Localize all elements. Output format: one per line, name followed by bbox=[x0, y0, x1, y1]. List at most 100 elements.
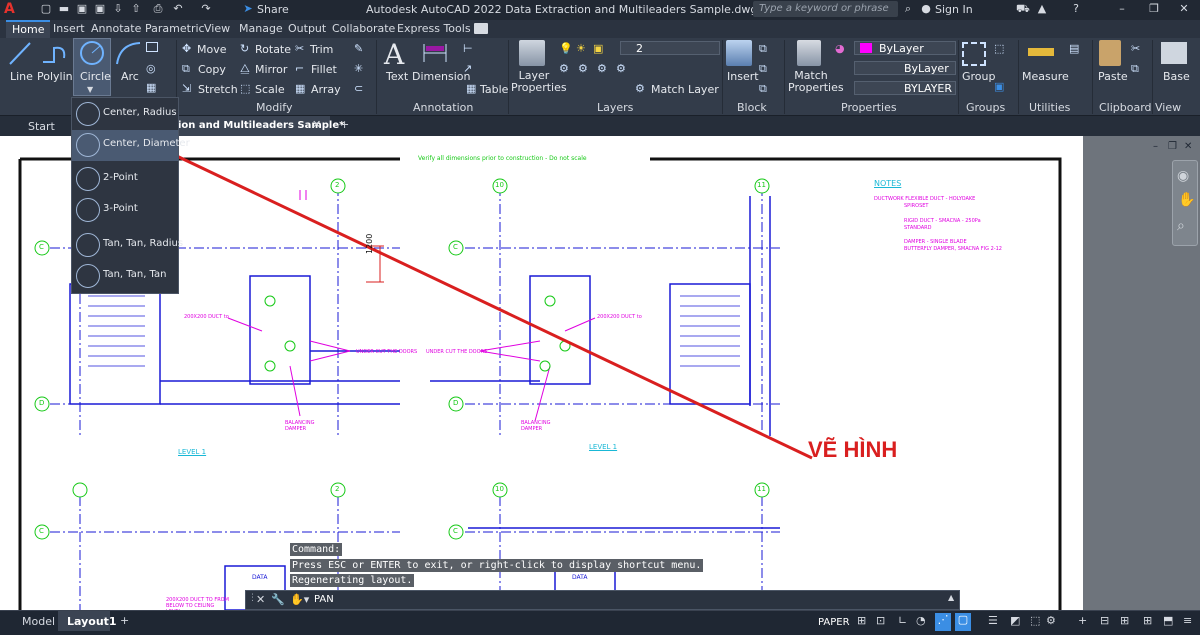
add-icon[interactable]: + bbox=[1078, 614, 1087, 627]
match-properties-icon[interactable] bbox=[797, 40, 821, 66]
arc-button[interactable]: Arc bbox=[121, 70, 139, 83]
help-icon[interactable]: ? bbox=[1070, 3, 1082, 15]
layer-tools-icon[interactable]: ⚙ bbox=[559, 62, 569, 75]
text-button[interactable]: Text bbox=[386, 70, 408, 83]
match-layer-button[interactable]: Match Layer bbox=[651, 83, 719, 96]
array-button[interactable]: Array bbox=[311, 83, 341, 96]
explode-icon[interactable]: ✳ bbox=[354, 62, 363, 75]
selection-cycling-icon[interactable]: ⬚ bbox=[1030, 614, 1040, 627]
cut-icon[interactable]: ✂ bbox=[1131, 42, 1140, 55]
command-input[interactable]: PAN bbox=[314, 594, 334, 605]
units-icon[interactable]: ⊞ bbox=[1120, 614, 1129, 627]
group-icon[interactable] bbox=[962, 42, 986, 66]
minimize-icon[interactable]: – bbox=[1116, 3, 1128, 15]
fillet-button[interactable]: Fillet bbox=[311, 63, 337, 76]
arc-icon[interactable] bbox=[114, 40, 142, 66]
circle-button[interactable]: Circle bbox=[80, 70, 111, 83]
base-button[interactable]: Base bbox=[1163, 70, 1190, 83]
menu-item-center-diameter[interactable]: Center, Diameter bbox=[72, 130, 190, 161]
layer-match-icon[interactable]: ⚙ bbox=[635, 82, 645, 95]
command-customize-icon[interactable]: 🔧 bbox=[271, 593, 285, 606]
panel-title-utilities[interactable]: Utilities bbox=[1029, 101, 1070, 114]
erase-icon[interactable]: ✎ bbox=[354, 42, 363, 55]
paste-button[interactable]: Paste bbox=[1098, 70, 1128, 83]
save-icon[interactable]: ▣ bbox=[76, 3, 88, 15]
paper-space-button[interactable]: PAPER bbox=[818, 617, 850, 628]
command-line[interactable]: ⋮ ✕ 🔧 ✋▾ PAN ▲ bbox=[245, 590, 960, 610]
tab-collaborate[interactable]: Collaborate bbox=[332, 22, 395, 38]
layer-isolate-icon[interactable]: ⚙ bbox=[578, 62, 588, 75]
model-tab[interactable]: Model bbox=[22, 615, 55, 628]
redo-icon[interactable]: ↷ bbox=[200, 3, 212, 15]
plot-icon[interactable]: ⎙ bbox=[152, 3, 164, 15]
osnap-toggle-icon[interactable]: ▢ bbox=[955, 613, 971, 631]
panel-title-clipboard[interactable]: Clipboard bbox=[1099, 101, 1152, 114]
base-view-icon[interactable] bbox=[1161, 42, 1187, 64]
isodraft-icon[interactable]: ⋰ bbox=[935, 613, 951, 631]
move-button[interactable]: Move bbox=[197, 43, 227, 56]
command-prompt-icon[interactable]: ✋▾ bbox=[290, 593, 309, 606]
annotation-monitor-icon[interactable]: ⊟ bbox=[1100, 614, 1109, 627]
lineweight-toggle-icon[interactable]: ☰ bbox=[988, 614, 998, 627]
create-block-icon[interactable]: ⧉ bbox=[759, 42, 767, 56]
layer-on-icon[interactable]: 💡 bbox=[559, 42, 573, 55]
polar-toggle-icon[interactable]: ◔ bbox=[916, 614, 926, 627]
trim-icon[interactable]: ✂ bbox=[295, 42, 304, 55]
line-icon[interactable] bbox=[8, 40, 32, 66]
menu-item-tan-tan-tan[interactable]: Tan, Tan, Tan bbox=[72, 261, 178, 292]
menu-item-tan-tan-radius[interactable]: Tan, Tan, Radius bbox=[72, 230, 183, 261]
panel-title-annotation[interactable]: Annotation bbox=[413, 101, 473, 114]
open-file-icon[interactable]: ▬ bbox=[58, 3, 70, 15]
circle-dropdown-icon[interactable]: ▼ bbox=[87, 85, 93, 94]
tab-annotate[interactable]: Annotate bbox=[91, 22, 141, 38]
clean-screen-icon[interactable]: ⬒ bbox=[1163, 614, 1173, 627]
menu-item-3-point[interactable]: 3-Point bbox=[72, 195, 178, 226]
open-web-icon[interactable]: ⇩ bbox=[112, 3, 124, 15]
rotate-button[interactable]: Rotate bbox=[255, 43, 291, 56]
viewport-close-icon[interactable]: ✕ bbox=[1184, 141, 1192, 152]
tab-overflow-icon[interactable] bbox=[474, 23, 488, 34]
tab-home[interactable]: Home bbox=[6, 20, 51, 38]
autocad-logo-icon[interactable]: A bbox=[4, 1, 20, 18]
layer-dropdown[interactable] bbox=[620, 41, 720, 55]
group-edit-icon[interactable]: ⬚ bbox=[994, 42, 1004, 55]
insert-icon[interactable] bbox=[726, 40, 752, 66]
tab-output[interactable]: Output bbox=[288, 22, 326, 38]
save-as-icon[interactable]: ▣ bbox=[94, 3, 106, 15]
array-icon[interactable]: ▦ bbox=[295, 82, 305, 95]
panel-title-modify[interactable]: Modify bbox=[256, 101, 292, 114]
block-attr-icon[interactable]: ⧉ bbox=[759, 82, 767, 96]
panel-title-properties[interactable]: Properties bbox=[841, 101, 897, 114]
calculator-icon[interactable]: ▤ bbox=[1069, 42, 1079, 55]
leader-icon[interactable]: ↗ bbox=[463, 62, 472, 75]
group-button[interactable]: Group bbox=[962, 70, 996, 83]
stretch-icon[interactable]: ⇲ bbox=[182, 82, 191, 95]
tab-express-tools[interactable]: Express Tools bbox=[397, 22, 471, 38]
table-button[interactable]: Table bbox=[480, 83, 508, 96]
mirror-button[interactable]: Mirror bbox=[255, 63, 287, 76]
copy-button[interactable]: Copy bbox=[198, 63, 226, 76]
tab-manage[interactable]: Manage bbox=[239, 22, 283, 38]
search-input[interactable]: Type a keyword or phrase bbox=[753, 1, 898, 17]
mirror-icon[interactable]: ⧋ bbox=[240, 62, 250, 76]
insert-button[interactable]: Insert bbox=[727, 70, 759, 83]
close-icon[interactable]: ✕ bbox=[1178, 3, 1190, 15]
restore-icon[interactable]: ❐ bbox=[1148, 3, 1160, 15]
panel-title-view[interactable]: View bbox=[1155, 101, 1181, 114]
color-wheel-icon[interactable]: ◕ bbox=[835, 42, 845, 55]
cart-icon[interactable]: ⛟ bbox=[1016, 3, 1030, 15]
panel-title-layers[interactable]: Layers bbox=[597, 101, 633, 114]
table-icon[interactable]: ▦ bbox=[466, 82, 476, 95]
tab-view[interactable]: View bbox=[204, 22, 230, 38]
layer-properties-icon[interactable] bbox=[519, 40, 545, 66]
a360-icon[interactable]: ▲ bbox=[1036, 3, 1048, 15]
panel-title-block[interactable]: Block bbox=[737, 101, 767, 114]
match-properties-button[interactable]: Match Properties bbox=[788, 70, 844, 94]
sign-in-button[interactable]: Sign In bbox=[935, 3, 973, 16]
polyline-icon[interactable] bbox=[40, 40, 68, 66]
tab-start[interactable]: Start bbox=[28, 120, 55, 133]
command-close-icon[interactable]: ✕ bbox=[256, 593, 265, 606]
user-icon[interactable]: ● bbox=[920, 3, 932, 15]
measure-icon[interactable] bbox=[1028, 48, 1054, 56]
copy-icon[interactable]: ⧉ bbox=[182, 62, 190, 76]
